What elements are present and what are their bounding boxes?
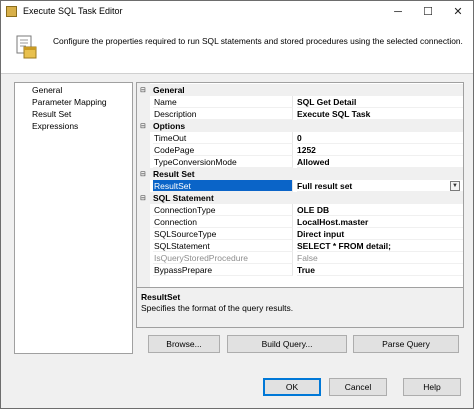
browse-button[interactable]: Browse... — [148, 335, 220, 353]
cancel-button[interactable]: Cancel — [329, 378, 387, 396]
collapse-icon[interactable]: ⊟ — [140, 170, 146, 178]
property-row-timeout[interactable]: TimeOut 0 — [137, 132, 463, 144]
property-value[interactable]: 1252 — [297, 144, 463, 156]
property-description-panel: ResultSet Specifies the format of the qu… — [136, 288, 464, 328]
category-label: Result Set — [153, 169, 195, 179]
category-label: SQL Statement — [153, 193, 214, 203]
category-options[interactable]: ⊟ Options — [137, 120, 463, 132]
property-value[interactable]: Execute SQL Task — [297, 108, 463, 120]
property-row-codepage[interactable]: CodePage 1252 — [137, 144, 463, 156]
property-row-connection[interactable]: Connection LocalHost.master — [137, 216, 463, 228]
chevron-down-icon[interactable]: ▼ — [450, 181, 460, 191]
collapse-icon[interactable]: ⊟ — [140, 86, 146, 94]
property-value[interactable]: SELECT * FROM detail; — [297, 240, 463, 252]
property-name: IsQueryStoredProcedure — [153, 252, 293, 264]
header-description: Configure the properties required to run… — [53, 36, 463, 46]
property-name: TypeConversionMode — [153, 156, 293, 168]
property-row-resultset[interactable]: ResultSet Full result set ▼ — [137, 180, 463, 192]
property-row-isquerystoredprocedure: IsQueryStoredProcedure False — [137, 252, 463, 264]
resultset-dropdown[interactable]: Full result set — [297, 180, 463, 192]
property-name: ConnectionType — [153, 204, 293, 216]
property-row-bypassprepare[interactable]: BypassPrepare True — [137, 264, 463, 276]
app-icon — [6, 6, 17, 17]
property-name: ResultSet — [153, 180, 293, 192]
ok-button[interactable]: OK — [263, 378, 321, 396]
property-name: Connection — [153, 216, 293, 228]
close-button[interactable]: ✕ — [443, 1, 473, 23]
category-general[interactable]: ⊟ General — [137, 84, 463, 96]
category-label: Options — [153, 121, 186, 131]
help-button[interactable]: Help — [403, 378, 461, 396]
collapse-icon[interactable]: ⊟ — [140, 194, 146, 202]
property-name: BypassPrepare — [153, 264, 293, 276]
property-value[interactable]: SQL Get Detail — [297, 96, 463, 108]
window-title: Execute SQL Task Editor — [23, 6, 123, 16]
property-grid: ⊟ General Name SQL Get Detail Descriptio… — [136, 82, 464, 288]
property-value[interactable]: Allowed — [297, 156, 463, 168]
minimize-button[interactable]: ─ — [383, 1, 413, 23]
title-bar[interactable]: Execute SQL Task Editor ─ ☐ ✕ — [1, 1, 473, 23]
left-nav-panel: General Parameter Mapping Result Set Exp… — [14, 82, 133, 354]
property-value[interactable]: True — [297, 264, 463, 276]
property-row-description[interactable]: Description Execute SQL Task — [137, 108, 463, 120]
property-name: Name — [153, 96, 293, 108]
nav-item-general[interactable]: General — [32, 85, 62, 95]
nav-item-expressions[interactable]: Expressions — [32, 121, 78, 131]
property-name: Description — [153, 108, 293, 120]
nav-item-result-set[interactable]: Result Set — [32, 109, 71, 119]
property-value[interactable]: OLE DB — [297, 204, 463, 216]
maximize-button[interactable]: ☐ — [413, 1, 443, 23]
nav-item-parameter-mapping[interactable]: Parameter Mapping — [32, 97, 107, 107]
property-name: TimeOut — [153, 132, 293, 144]
property-value[interactable]: LocalHost.master — [297, 216, 463, 228]
property-value[interactable]: Direct input — [297, 228, 463, 240]
build-query-button[interactable]: Build Query... — [227, 335, 347, 353]
header-area: Configure the properties required to run… — [1, 23, 473, 74]
collapse-icon[interactable]: ⊟ — [140, 122, 146, 130]
property-row-typeconversionmode[interactable]: TypeConversionMode Allowed — [137, 156, 463, 168]
parse-query-button[interactable]: Parse Query — [353, 335, 459, 353]
category-sql-statement[interactable]: ⊟ SQL Statement — [137, 192, 463, 204]
category-result-set[interactable]: ⊟ Result Set — [137, 168, 463, 180]
property-value[interactable]: 0 — [297, 132, 463, 144]
property-name: CodePage — [153, 144, 293, 156]
property-row-sqlsourcetype[interactable]: SQLSourceType Direct input — [137, 228, 463, 240]
property-name: SQLStatement — [153, 240, 293, 252]
execute-sql-task-editor-window: Execute SQL Task Editor ─ ☐ ✕ Configure … — [0, 0, 474, 409]
property-row-connectiontype[interactable]: ConnectionType OLE DB — [137, 204, 463, 216]
property-row-name[interactable]: Name SQL Get Detail — [137, 96, 463, 108]
description-text: Specifies the format of the query result… — [141, 303, 294, 313]
property-row-sqlstatement[interactable]: SQLStatement SELECT * FROM detail; — [137, 240, 463, 252]
property-name: SQLSourceType — [153, 228, 293, 240]
category-label: General — [153, 85, 185, 95]
description-title: ResultSet — [141, 292, 181, 302]
property-value: False — [297, 252, 463, 264]
sql-task-icon — [16, 35, 37, 59]
